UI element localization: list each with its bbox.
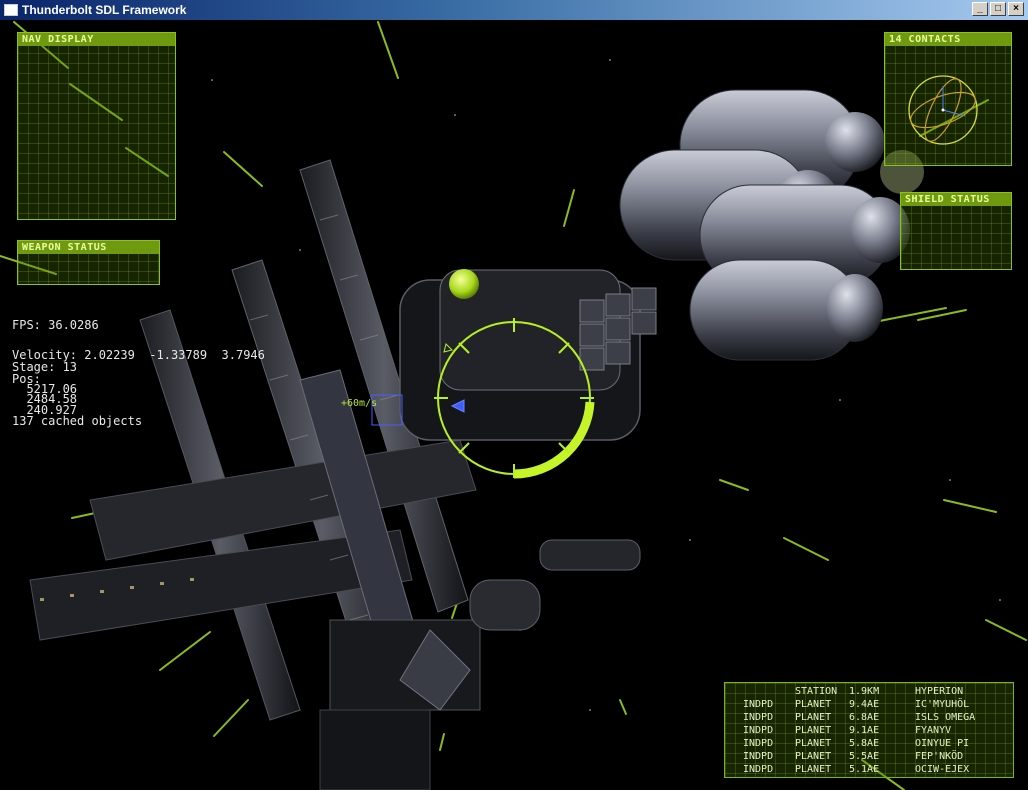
contact-distance: 6.8ae	[849, 712, 880, 723]
contact-type: PLANET	[795, 725, 832, 736]
shield-status-panel[interactable]: SHIELD STATUS	[900, 192, 1012, 270]
target-sphere	[449, 269, 479, 299]
game-viewport[interactable]: NAV DISPLAY 14 CONTACTS WEAPON STATUS SH…	[0, 20, 1028, 790]
contact-distance: 5.5ae	[849, 751, 880, 762]
app-icon	[4, 4, 18, 16]
list-item[interactable]: INDPD PLANET 9.1ae Fyanyv	[725, 725, 1015, 738]
contact-header-row[interactable]: STATION 1.9km HYPERION	[725, 686, 1015, 699]
contact-faction: INDPD	[743, 764, 774, 775]
contacts-title: 14 CONTACTS	[885, 33, 1011, 46]
shield-status-title: SHIELD STATUS	[901, 193, 1011, 206]
list-item[interactable]: INDPD PLANET 5.5ae Fep'Nköd	[725, 751, 1015, 764]
contact-faction: INDPD	[743, 699, 774, 710]
contact-faction: INDPD	[743, 751, 774, 762]
station-hub	[399, 269, 657, 441]
list-item[interactable]: INDPD PLANET 6.8ae Isls Omega	[725, 712, 1015, 725]
contact-faction: INDPD	[743, 738, 774, 749]
list-item[interactable]: INDPD PLANET 5.8ae Oinyue Pi	[725, 738, 1015, 751]
contact-type: PLANET	[795, 751, 832, 762]
contact-name: Ic'Myuhöl	[915, 699, 970, 710]
contacts-list[interactable]: STATION 1.9km HYPERION INDPD PLANET 9.4a…	[724, 682, 1014, 778]
contact-type: PLANET	[795, 764, 832, 775]
weapon-status-panel[interactable]: WEAPON STATUS	[17, 240, 160, 285]
contact-name: Fep'Nköd	[915, 751, 964, 762]
contact-type: PLANET	[795, 712, 832, 723]
radar-globe	[908, 75, 978, 145]
contact-type: STATION	[795, 686, 838, 697]
window-title: Thunderbolt SDL Framework	[22, 3, 187, 17]
contact-faction: INDPD	[743, 712, 774, 723]
list-item[interactable]: INDPD PLANET 9.4ae Ic'Myuhöl	[725, 699, 1015, 712]
contact-name: HYPERION	[915, 686, 964, 697]
maximize-button[interactable]: □	[990, 2, 1006, 16]
contact-type: PLANET	[795, 699, 832, 710]
nav-display-title: NAV DISPLAY	[18, 33, 175, 46]
contacts-panel[interactable]: 14 CONTACTS	[884, 32, 1012, 166]
contact-name: Oinyue Pi	[915, 738, 970, 749]
weapon-status-title: WEAPON STATUS	[18, 241, 159, 254]
contact-distance: 9.1ae	[849, 725, 880, 736]
nav-display-panel[interactable]: NAV DISPLAY	[17, 32, 176, 220]
cached-objects-readout: 137 cached objects	[12, 414, 143, 428]
contact-name: Ociw-Ejex	[915, 764, 970, 775]
velocity-marker-label: +60m/s	[341, 398, 378, 409]
contact-distance: 9.4ae	[849, 699, 880, 710]
fps-readout: FPS: 36.0286	[12, 318, 99, 332]
window-titlebar[interactable]: Thunderbolt SDL Framework _ □ ×	[0, 0, 1028, 20]
contact-distance: 5.1ae	[849, 764, 880, 775]
list-item[interactable]: INDPD PLANET 5.1ae Ociw-Ejex	[725, 764, 1015, 777]
contact-name: Isls Omega	[915, 712, 976, 723]
contact-type: PLANET	[795, 738, 832, 749]
contact-faction: INDPD	[743, 725, 774, 736]
contact-distance: 1.9km	[849, 686, 880, 697]
window-controls: _ □ ×	[972, 2, 1024, 16]
fuel-tanks	[619, 89, 924, 361]
contact-name: Fyanyv	[915, 725, 952, 736]
contact-distance: 5.8ae	[849, 738, 880, 749]
close-button[interactable]: ×	[1008, 2, 1024, 16]
minimize-button[interactable]: _	[972, 2, 988, 16]
